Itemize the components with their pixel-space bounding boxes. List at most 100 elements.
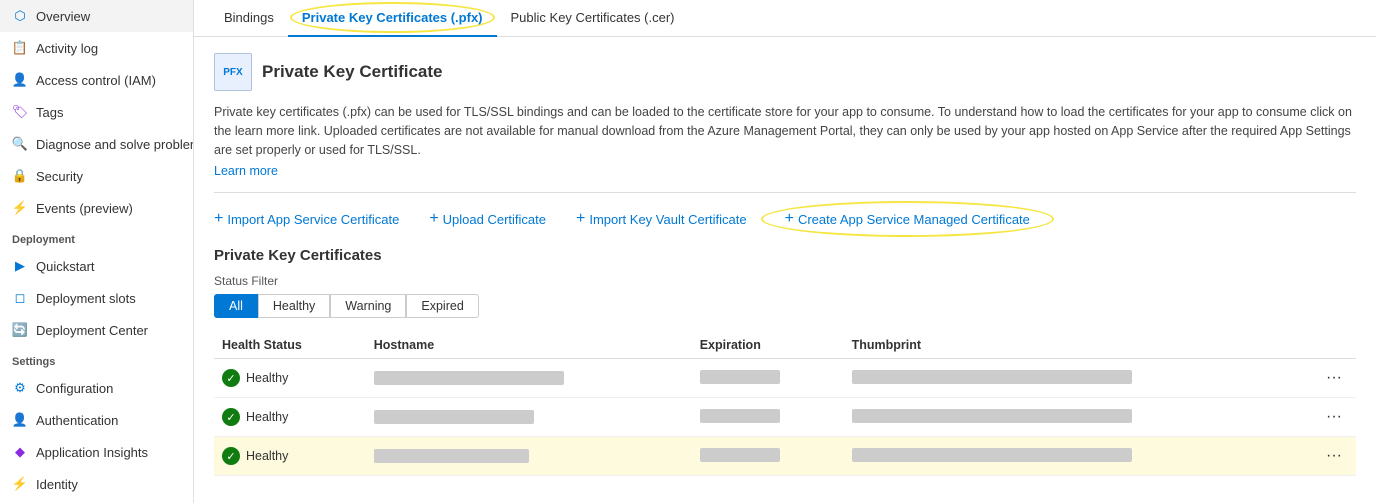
sidebar-item-label: Tags [36, 105, 63, 120]
section-header: PFX Private Key Certificate [214, 53, 1356, 91]
col-hostname: Hostname [366, 332, 692, 359]
table-row: ✓ Healthy [214, 437, 1356, 476]
actions-row: + Import App Service Certificate + Uploa… [214, 207, 1356, 231]
expiry-blurred [700, 370, 780, 384]
expiry-cell [692, 359, 844, 398]
slots-icon: ◻ [12, 290, 28, 306]
sidebar-item-security[interactable]: 🔒 Security [0, 160, 193, 192]
overview-icon: ⬡ [12, 8, 28, 24]
thumb-cell [844, 398, 1312, 437]
sidebar-item-access-control[interactable]: 👤 Access control (IAM) [0, 64, 193, 96]
section-title: Private Key Certificate [262, 62, 442, 82]
hostname-blurred [374, 410, 534, 424]
quickstart-icon: ▶ [12, 258, 28, 274]
plus-icon-4: + [785, 211, 794, 227]
main-content: Bindings Private Key Certificates (.pfx)… [194, 0, 1376, 503]
check-icon: ✓ [222, 447, 240, 465]
hostname-cell [366, 359, 692, 398]
expiry-blurred [700, 409, 780, 423]
plus-icon-2: + [429, 211, 438, 227]
activity-icon: 📋 [12, 40, 28, 56]
thumb-cell [844, 437, 1312, 476]
health-cell: ✓ Healthy [222, 408, 358, 426]
actions-cell: ··· [1312, 398, 1356, 437]
divider [214, 192, 1356, 193]
identity-icon: ⚡ [12, 476, 28, 492]
tab-public-key[interactable]: Public Key Certificates (.cer) [497, 0, 689, 37]
sidebar-item-overview[interactable]: ⬡ Overview [0, 0, 193, 32]
row-ellipsis-btn[interactable]: ··· [1320, 406, 1348, 428]
tags-icon: 🏷 [12, 104, 28, 120]
filter-expired-pill[interactable]: Expired [406, 294, 478, 318]
sidebar-item-deployment-center[interactable]: 🔄 Deployment Center [0, 314, 193, 346]
sidebar-item-label: Overview [36, 9, 90, 24]
sidebar-item-identity[interactable]: ⚡ Identity [0, 468, 193, 500]
appinsights-icon: ◆ [12, 444, 28, 460]
thumb-cell [844, 359, 1312, 398]
sidebar-item-label: Events (preview) [36, 201, 133, 216]
col-expiration: Expiration [692, 332, 844, 359]
col-health-status: Health Status [214, 332, 366, 359]
config-icon: ⚙ [12, 380, 28, 396]
sidebar-item-label: Authentication [36, 413, 118, 428]
sidebar-item-tags[interactable]: 🏷 Tags [0, 96, 193, 128]
tab-bindings[interactable]: Bindings [210, 0, 288, 37]
hostname-blurred [374, 449, 529, 463]
pfx-icon: PFX [214, 53, 252, 91]
sidebar-item-label: Configuration [36, 381, 113, 396]
health-cell: ✓ Healthy [222, 447, 358, 465]
health-status-label: Healthy [246, 449, 288, 463]
sidebar-item-quickstart[interactable]: ▶ Quickstart [0, 250, 193, 282]
certificates-table: Health Status Hostname Expiration Thumbp… [214, 332, 1356, 476]
create-managed-cert-btn[interactable]: + Create App Service Managed Certificate [777, 207, 1038, 231]
upload-certificate-btn[interactable]: + Upload Certificate [429, 211, 546, 227]
sidebar-item-label: Identity [36, 477, 78, 492]
sidebar-item-events[interactable]: ⚡ Events (preview) [0, 192, 193, 224]
sidebar-item-configuration[interactable]: ⚙ Configuration [0, 372, 193, 404]
hostname-cell [366, 437, 692, 476]
health-status-label: Healthy [246, 410, 288, 424]
sidebar-item-label: Access control (IAM) [36, 73, 156, 88]
col-actions [1312, 332, 1356, 359]
access-icon: 👤 [12, 72, 28, 88]
filter-healthy-pill[interactable]: Healthy [258, 294, 330, 318]
col-thumbprint: Thumbprint [844, 332, 1312, 359]
actions-cell: ··· [1312, 359, 1356, 398]
settings-section-label: Settings [0, 346, 193, 372]
actions-cell: ··· [1312, 437, 1356, 476]
tabs-bar: Bindings Private Key Certificates (.pfx)… [194, 0, 1376, 37]
security-icon: 🔒 [12, 168, 28, 184]
cert-section-title: Private Key Certificates [214, 247, 1356, 264]
import-app-service-btn[interactable]: + Import App Service Certificate [214, 211, 399, 227]
sidebar-item-app-insights[interactable]: ◆ Application Insights [0, 436, 193, 468]
thumb-blurred [852, 448, 1132, 462]
filter-all-pill[interactable]: All [214, 294, 258, 318]
sidebar-item-authentication[interactable]: 👤 Authentication [0, 404, 193, 436]
hostname-blurred [374, 371, 564, 385]
hostname-cell [366, 398, 692, 437]
health-cell: ✓ Healthy [222, 369, 358, 387]
diagnose-icon: 🔍 [12, 136, 28, 152]
row-ellipsis-btn[interactable]: ··· [1320, 367, 1348, 389]
thumb-blurred [852, 409, 1132, 423]
plus-icon-3: + [576, 211, 585, 227]
health-status-label: Healthy [246, 371, 288, 385]
auth-icon: 👤 [12, 412, 28, 428]
sidebar-item-activity-log[interactable]: 📋 Activity log [0, 32, 193, 64]
sidebar-item-label: Deployment slots [36, 291, 136, 306]
sidebar-item-deployment-slots[interactable]: ◻ Deployment slots [0, 282, 193, 314]
sidebar-item-diagnose[interactable]: 🔍 Diagnose and solve problems [0, 128, 193, 160]
table-row: ✓ Healthy [214, 359, 1356, 398]
deployment-section-label: Deployment [0, 224, 193, 250]
expiry-cell [692, 437, 844, 476]
import-keyvault-btn[interactable]: + Import Key Vault Certificate [576, 211, 747, 227]
thumb-blurred [852, 370, 1132, 384]
row-ellipsis-btn[interactable]: ··· [1320, 445, 1348, 467]
tab-private-key[interactable]: Private Key Certificates (.pfx) [288, 0, 497, 37]
sidebar-item-label: Application Insights [36, 445, 148, 460]
filter-warning-pill[interactable]: Warning [330, 294, 406, 318]
expiry-blurred [700, 448, 780, 462]
learn-more-link[interactable]: Learn more [214, 164, 278, 178]
content-area: PFX Private Key Certificate Private key … [194, 37, 1376, 503]
sidebar-item-label: Security [36, 169, 83, 184]
